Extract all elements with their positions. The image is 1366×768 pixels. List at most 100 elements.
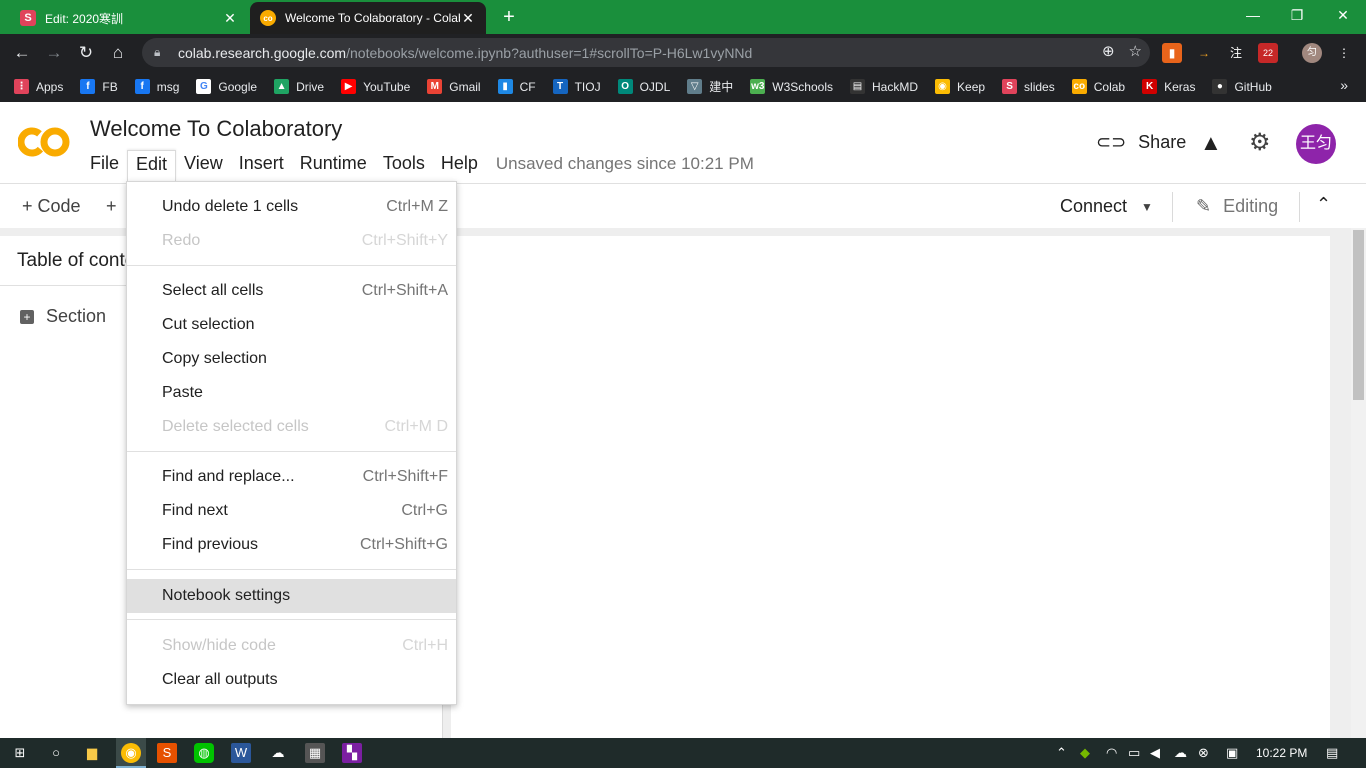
menu-runtime[interactable]: Runtime — [292, 150, 375, 181]
ublock-extension-icon[interactable]: 22 — [1258, 43, 1278, 63]
reload-icon[interactable]: ↻ — [74, 41, 98, 65]
home-icon[interactable]: ⌂ — [106, 41, 130, 65]
bookmark-0[interactable]: ⋮ Apps — [14, 79, 63, 94]
youtube-icon: ▶ — [341, 79, 357, 94]
bookmark-12[interactable]: ▤ HackMD — [850, 79, 918, 94]
edit-menu-item-copy-selection[interactable]: Copy selection — [127, 342, 456, 376]
edit-menu-item-find-previous[interactable]: Find previous Ctrl+Shift+G — [127, 528, 456, 562]
edit-menu-item-clear-all-outputs[interactable]: Clear all outputs — [127, 663, 456, 697]
battery-icon[interactable]: ▭ — [1128, 745, 1140, 761]
hackmd-icon: ▤ — [850, 79, 865, 94]
minimize-button[interactable]: — — [1230, 0, 1276, 30]
bookmark-5[interactable]: ▶ YouTube — [341, 79, 410, 94]
app-taskbar-icon[interactable]: ▚ — [342, 743, 362, 763]
menu-file[interactable]: File — [82, 150, 127, 181]
bookmark-1[interactable]: f FB — [80, 79, 118, 94]
menu-view[interactable]: View — [176, 150, 231, 181]
edit-menu-item-select-all-cells[interactable]: Select all cells Ctrl+Shift+A — [127, 274, 456, 308]
add-text-button[interactable]: + — [106, 196, 117, 217]
bookmark-14[interactable]: Sslides — [1002, 79, 1055, 94]
notification-icon[interactable]: ▤ — [1326, 745, 1338, 761]
edit-menu-item-find-next[interactable]: Find next Ctrl+G — [127, 494, 456, 528]
word-taskbar-icon[interactable]: W — [231, 743, 251, 763]
slides-icon: S — [1002, 79, 1018, 94]
tab-close-icon[interactable]: ✕ — [222, 10, 238, 27]
onedrive-icon[interactable]: ☁ — [1174, 745, 1187, 761]
edit-menu-item-cut-selection[interactable]: Cut selection — [127, 308, 456, 342]
gear-icon[interactable]: ⚙ — [1249, 128, 1271, 157]
bookmarks-overflow-icon[interactable]: » — [1340, 77, 1348, 93]
chrome-menu-icon[interactable]: ⋮ — [1334, 43, 1354, 63]
menu-item-shortcut: Ctrl+Shift+G — [359, 536, 448, 553]
editing-mode-button[interactable]: ✎ Editing — [1196, 196, 1278, 217]
taskbar-clock[interactable]: 10:22 PM — [1256, 746, 1307, 760]
edit-menu-item-find-and-replace[interactable]: Find and replace... Ctrl+Shift+F — [127, 460, 456, 494]
menu-tools[interactable]: Tools — [375, 150, 433, 181]
bookmark-7[interactable]: ▮ CF — [497, 79, 536, 94]
bookmark-17[interactable]: ● GitHub — [1212, 79, 1272, 94]
windows-start-icon[interactable]: ⊞ — [10, 743, 30, 763]
line-taskbar-icon[interactable]: ◍ — [194, 743, 214, 763]
bookmark-3[interactable]: G Google — [196, 79, 257, 94]
photos-taskbar-icon[interactable]: ☁ — [268, 743, 288, 763]
back-arrow-icon[interactable]: ← — [10, 41, 34, 65]
expand-plus-icon[interactable]: + — [20, 309, 34, 324]
wifi-icon[interactable]: ◠ — [1106, 745, 1117, 761]
menu-help[interactable]: Help — [433, 150, 486, 181]
bookmark-6[interactable]: M Gmail — [427, 79, 481, 94]
chevron-up-icon[interactable]: ⌃ — [1316, 194, 1331, 215]
edit-menu-item-undo-delete-1-cells[interactable]: Undo delete 1 cells Ctrl+M Z — [127, 190, 456, 224]
close-circle-icon[interactable]: ⊗ — [1198, 745, 1209, 761]
colab-logo-icon[interactable] — [18, 124, 70, 160]
input-method-icon[interactable]: ▣ — [1226, 745, 1238, 761]
restore-button[interactable]: ❐ — [1274, 0, 1320, 30]
tray-chevron-up-icon[interactable]: ⌃ — [1056, 745, 1067, 761]
sublime-taskbar-icon[interactable]: S — [157, 743, 177, 763]
bookmark-star-icon[interactable]: ☆ — [1129, 42, 1142, 60]
zoom-icon[interactable]: ⊕ — [1102, 42, 1115, 60]
bookmark-13[interactable]: ◉ Keep — [935, 79, 985, 94]
volume-icon[interactable]: ◀ — [1150, 745, 1160, 761]
bookmark-16[interactable]: K Keras — [1142, 79, 1195, 94]
edit-menu-item-paste[interactable]: Paste — [127, 376, 456, 410]
menu-insert[interactable]: Insert — [231, 150, 292, 181]
office-extension-icon[interactable]: ▮ — [1162, 43, 1182, 63]
unsaved-status[interactable]: Unsaved changes since 10:21 PM — [486, 150, 764, 181]
notebook-area[interactable] — [451, 236, 1330, 738]
scrollbar[interactable] — [1351, 228, 1366, 738]
avatar[interactable]: 王匀 — [1296, 124, 1336, 164]
toc-section-item[interactable]: + Section — [20, 306, 106, 327]
zhuyin-extension-icon[interactable]: 注 — [1226, 43, 1246, 63]
connect-button[interactable]: Connect ▼ — [1060, 196, 1153, 217]
edit-menu-item-notebook-settings[interactable]: Notebook settings — [127, 579, 456, 613]
share-button[interactable]: ⊂⊃ Share — [1096, 132, 1186, 153]
flask-icon[interactable]: ▲ — [1200, 130, 1222, 156]
notebook-title[interactable]: Welcome To Colaboratory — [90, 116, 342, 142]
bookmark-11[interactable]: w3 W3Schools — [750, 79, 833, 94]
browser-tab-colab[interactable]: co Welcome To Colaboratory - Colab ✕ — [250, 2, 486, 34]
browser-tab-edit-2020[interactable]: S Edit: 2020寒訓 ✕ — [10, 2, 248, 34]
menu-edit[interactable]: Edit — [127, 150, 177, 181]
close-window-button[interactable]: ✕ — [1320, 0, 1366, 30]
bookmark-9[interactable]: O OJDL — [617, 79, 670, 94]
bookmark-4[interactable]: ▲ Drive — [274, 79, 324, 94]
profile-avatar-icon[interactable]: 匀 — [1302, 43, 1322, 63]
nvidia-tray-icon[interactable]: ◆ — [1080, 745, 1090, 761]
menu-separator — [127, 265, 456, 266]
bookmark-8[interactable]: T TIOJ — [552, 79, 601, 94]
calculator-taskbar-icon[interactable]: ▦ — [305, 743, 325, 763]
bookmark-10[interactable]: ▽ 建中 — [687, 78, 733, 95]
bookmark-2[interactable]: f msg — [134, 79, 179, 94]
scrollbar-thumb[interactable] — [1353, 230, 1364, 400]
bookmark-15[interactable]: co Colab — [1071, 79, 1125, 94]
tab-close-icon[interactable]: ✕ — [460, 10, 476, 27]
new-tab-button[interactable]: + — [498, 6, 520, 28]
search-icon[interactable]: ○ — [46, 743, 66, 763]
forward-arrow-icon[interactable]: → — [42, 41, 66, 65]
chrome-taskbar-icon[interactable]: ◉ — [121, 743, 141, 763]
amazon-extension-icon[interactable]: → — [1194, 43, 1214, 63]
add-code-button[interactable]: + Code — [22, 196, 81, 217]
address-bar[interactable]: 🔒︎ colab.research.google.com/notebooks/w… — [142, 38, 1150, 67]
file-explorer-icon[interactable]: ▆ — [82, 743, 102, 763]
chevron-down-icon[interactable]: ▼ — [1141, 200, 1153, 214]
